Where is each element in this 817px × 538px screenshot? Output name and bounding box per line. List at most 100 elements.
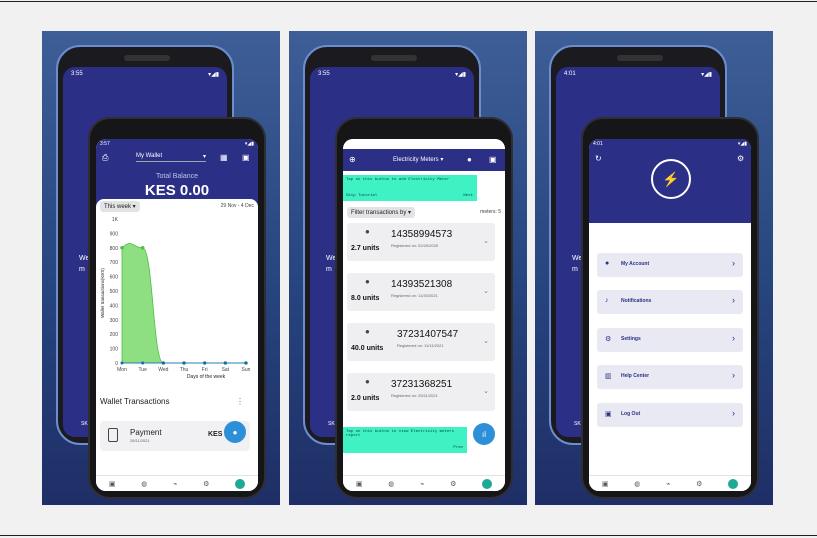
report-fab[interactable]: ● xyxy=(224,421,246,443)
book-icon: ▥ xyxy=(605,373,612,380)
x-tick-label: Wed xyxy=(158,367,168,373)
screenshot-profile: 4:01▾◢▮ Enerlytics Welcm SKIP 4:01▾◢▮ ↻ … xyxy=(535,31,773,505)
profile-menu: ● My Account › ♪ Notifications › ⚙ Setti… xyxy=(589,223,751,491)
x-tick-label: Sun xyxy=(242,367,251,373)
balance-value: KES 0.00 xyxy=(144,182,210,199)
profile-screen: 4:01 ▾◢▮ ↻ ⚙ ⚡ ● My Account › ♪ Notificat… xyxy=(589,139,751,491)
wallet-body: This week ▾ 29 Nov - 4 Dec 1K 900 800 700 60… xyxy=(96,199,258,491)
status-time: 3:55 xyxy=(318,71,330,77)
range-dates: 29 Nov - 4 Dec xyxy=(220,203,254,209)
gear-nav-icon[interactable]: ⚙ xyxy=(203,480,209,488)
range-select[interactable]: This week ▾ xyxy=(100,201,140,212)
data-point xyxy=(120,246,124,250)
bottom-nav: ▣ ◍ ⌁ ⚙ xyxy=(343,475,505,491)
next-button[interactable]: Next xyxy=(463,194,473,198)
y-tick-label: 600 xyxy=(110,275,119,281)
status-bar: 4:01 ▾◢▮ xyxy=(564,71,712,78)
more-icon[interactable]: ⋮ xyxy=(236,397,244,406)
chart-icon: ıl xyxy=(482,429,486,439)
profile-nav-icon[interactable] xyxy=(235,478,246,489)
top-border xyxy=(0,1,817,2)
range-select-label: This week xyxy=(104,204,132,210)
status-bar: 4:01 ▾◢▮ xyxy=(589,139,751,149)
x-axis-point xyxy=(244,361,248,365)
filter-select[interactable]: Filter transactions by ▾ xyxy=(347,207,416,218)
menu-help-center[interactable]: ▥ Help Center › xyxy=(597,365,743,389)
menu-notifications[interactable]: ♪ Notifications › xyxy=(597,290,743,314)
calendar-icon[interactable]: ▦ xyxy=(220,154,228,162)
wallet-select[interactable]: My Wallet ▾ xyxy=(136,153,206,162)
add-circle-icon[interactable]: ⊕ xyxy=(349,156,356,164)
x-axis-point xyxy=(203,361,207,365)
meter-row[interactable]: ● 2.7 units 14358994573 Registered on: 0… xyxy=(347,223,495,261)
meters-select-label: Electricity Meters xyxy=(393,157,439,163)
front-phone: 4:01 ▾◢▮ ↻ ⚙ ⚡ ● My Account › ♪ Notificat… xyxy=(581,117,759,499)
status-bar: 3:57 ▾◢▮ xyxy=(96,139,258,149)
report-fab[interactable]: ıl xyxy=(473,423,495,445)
meter-number: 37231407547 xyxy=(397,329,459,340)
tip-text: Tap on this button to add Electricity Me… xyxy=(346,178,450,182)
menu-my-account[interactable]: ● My Account › xyxy=(597,253,743,277)
wallet-nav-icon[interactable]: ▣ xyxy=(109,480,116,488)
tip-text: Tap on this button to view Electricity m… xyxy=(346,430,455,438)
tutorial-tip-bottom: Tap on this button to view Electricity m… xyxy=(343,427,467,453)
gear-nav-icon[interactable]: ⚙ xyxy=(450,480,456,488)
chevron-right-icon: › xyxy=(732,370,735,380)
meter-number: 14358994573 xyxy=(391,229,453,240)
meter-nav-icon[interactable]: ◍ xyxy=(141,480,147,488)
scan-icon[interactable]: ▣ xyxy=(242,154,250,162)
meter-row[interactable]: ● 40.0 units 37231407547 Registered on: … xyxy=(347,323,495,361)
chevron-down-icon[interactable]: ⌄ xyxy=(483,237,489,245)
x-tick-label: Thu xyxy=(180,367,189,373)
plug-nav-icon[interactable]: ⌁ xyxy=(420,480,424,488)
filter-label: Filter transactions by xyxy=(351,210,407,216)
scan-icon[interactable]: ▣ xyxy=(489,156,497,164)
print-icon[interactable]: ⎙ xyxy=(102,154,108,162)
meters-select[interactable]: Electricity Meters ▾ xyxy=(393,156,443,163)
y-tick-label: 500 xyxy=(110,289,119,295)
menu-label: My Account xyxy=(621,261,650,267)
refresh-icon[interactable]: ↻ xyxy=(595,155,602,163)
person-icon: ● xyxy=(605,260,610,267)
meter-row[interactable]: ● 8.0 units 14393521308 Registered on: 1… xyxy=(347,273,495,311)
bulb-icon: ● xyxy=(365,377,370,386)
plug-nav-icon[interactable]: ⌁ xyxy=(173,480,177,488)
bulb-icon: ● xyxy=(365,277,370,286)
y-tick-label: 1K xyxy=(112,217,119,223)
plug-nav-icon[interactable]: ⌁ xyxy=(666,480,670,488)
chevron-down-icon[interactable]: ⌄ xyxy=(483,337,489,345)
x-axis-point xyxy=(182,361,186,365)
data-point xyxy=(140,246,145,250)
transaction-name: Payment xyxy=(130,428,162,437)
gear-nav-icon[interactable]: ⚙ xyxy=(696,480,702,488)
wallet-nav-icon[interactable]: ▣ xyxy=(602,480,609,488)
status-time: 4:01 xyxy=(593,141,603,147)
bell-icon: ♪ xyxy=(605,297,609,304)
bulb-icon[interactable]: ● xyxy=(467,156,472,164)
lock-icon: ▣ xyxy=(605,411,612,418)
skip-tutorial-button[interactable]: Skip Tutorial xyxy=(346,194,377,198)
y-tick-label: 300 xyxy=(110,318,119,324)
receipt-icon xyxy=(108,428,118,442)
chevron-right-icon: › xyxy=(732,333,735,343)
chevron-down-icon[interactable]: ⌄ xyxy=(483,387,489,395)
meter-nav-icon[interactable]: ◍ xyxy=(388,480,394,488)
meter-number: 14393521308 xyxy=(391,279,453,290)
gear-icon[interactable]: ⚙ xyxy=(737,155,744,163)
y-tick-label: 900 xyxy=(110,231,119,237)
status-bar: 3:55 ▾◢▮ xyxy=(318,71,466,78)
menu-log-out[interactable]: ▣ Log Out › xyxy=(597,403,743,427)
profile-nav-icon[interactable] xyxy=(728,478,739,489)
chevron-down-icon[interactable]: ⌄ xyxy=(483,287,489,295)
y-tick-label: 800 xyxy=(110,246,119,252)
meters-header: ⊕ Electricity Meters ▾ ● ▣ xyxy=(343,149,505,171)
meter-row[interactable]: ● 2.0 units 37231368251 Registered on: 2… xyxy=(347,373,495,411)
prev-button[interactable]: Prev xyxy=(453,446,463,450)
menu-settings[interactable]: ⚙ Settings › xyxy=(597,328,743,352)
wallet-nav-icon[interactable]: ▣ xyxy=(356,480,363,488)
meter-nav-icon[interactable]: ◍ xyxy=(634,480,640,488)
app-logo: ⚡ xyxy=(651,159,691,199)
profile-nav-icon[interactable] xyxy=(482,478,493,489)
menu-label: Notifications xyxy=(621,298,652,304)
menu-label: Settings xyxy=(621,336,641,342)
